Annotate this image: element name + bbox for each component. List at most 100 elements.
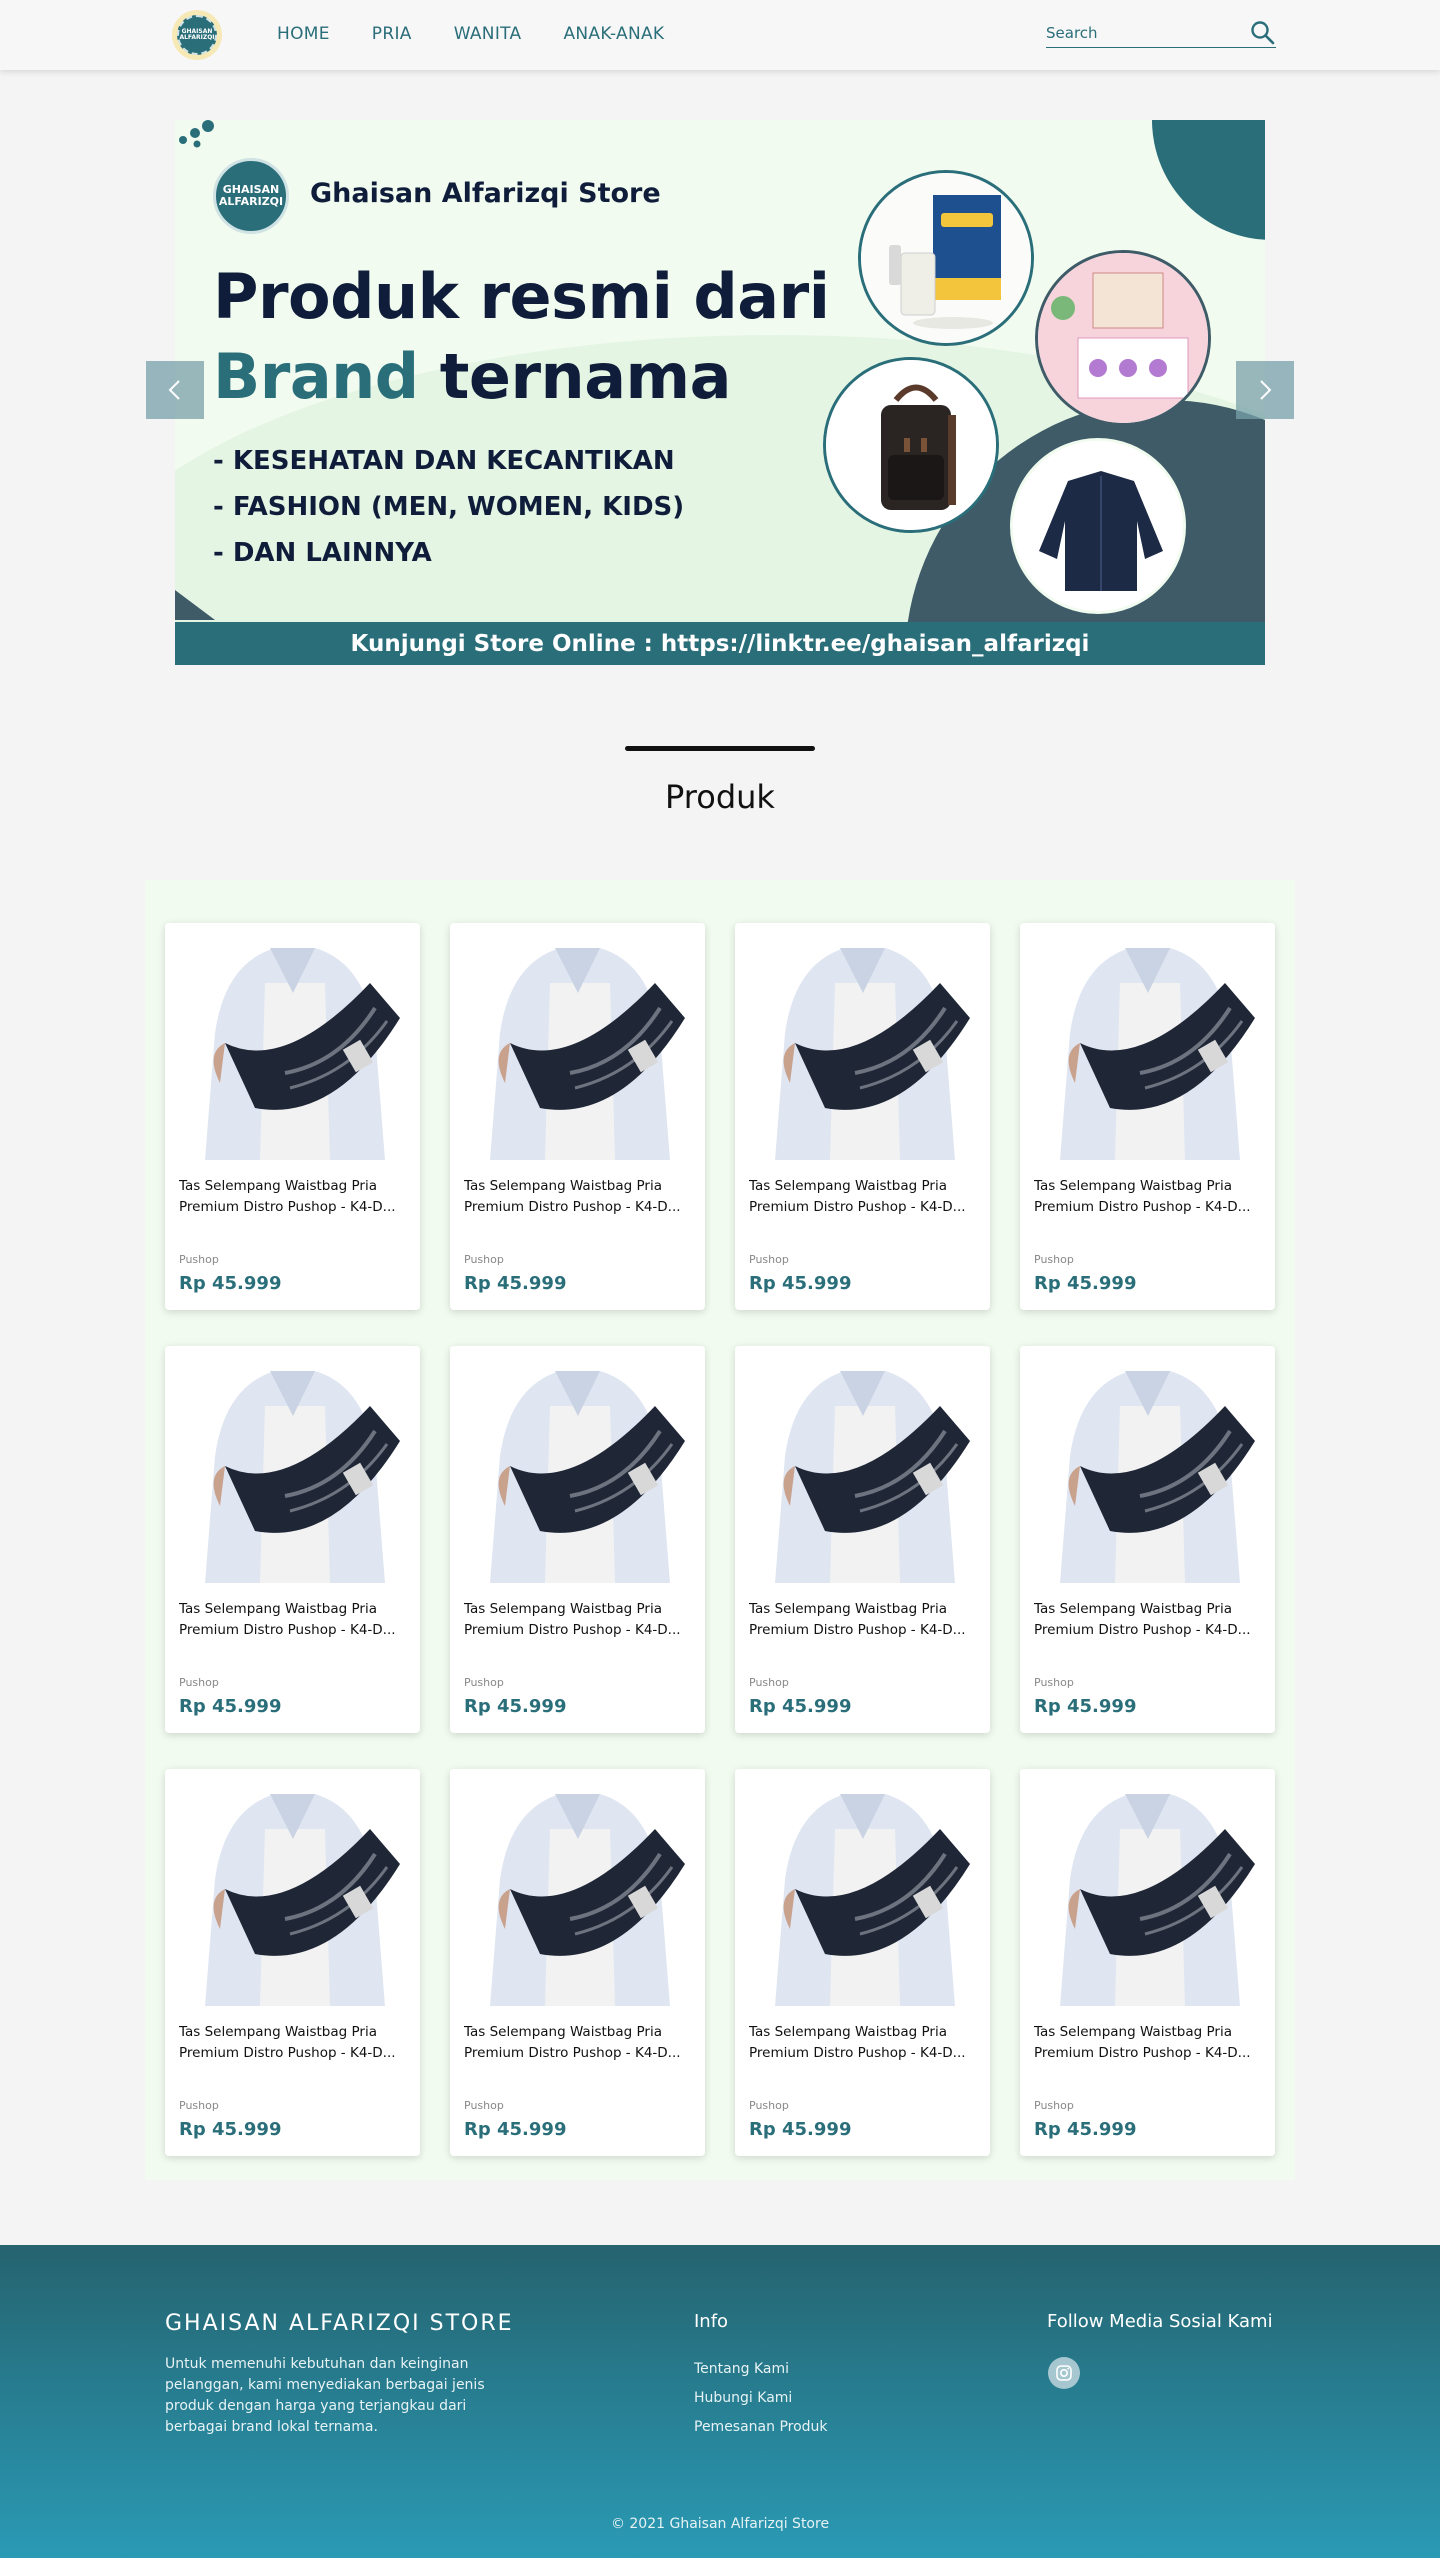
banner-headline-accent: Brand (213, 340, 419, 413)
banner-category-item: - KESEHATAN DAN KECANTIKAN (213, 446, 675, 476)
product-image[interactable] (735, 923, 990, 1160)
product-shop: Pushop (1034, 1676, 1074, 1689)
product-image[interactable] (165, 923, 420, 1160)
product-card[interactable]: Tas Selempang Waistbag Pria Premium Dist… (450, 923, 705, 1310)
product-shop: Pushop (464, 1676, 504, 1689)
product-shop: Pushop (749, 2099, 789, 2112)
copyright-icon: © (610, 2516, 625, 2532)
product-price: Rp 45.999 (1034, 1273, 1137, 1294)
product-card[interactable]: Tas Selempang Waistbag Pria Premium Dist… (735, 923, 990, 1310)
product-image[interactable] (735, 1769, 990, 2006)
product-shop: Pushop (1034, 1253, 1074, 1266)
product-card[interactable]: Tas Selempang Waistbag Pria Premium Dist… (1020, 1769, 1275, 2156)
chevron-right-icon (1260, 380, 1272, 400)
product-photo-backpack (823, 357, 999, 533)
product-image[interactable] (165, 1769, 420, 2006)
product-shop: Pushop (464, 2099, 504, 2112)
footer-brand: GHAISAN ALFARIZQI STORE (165, 2311, 514, 2336)
nav-link-pria[interactable]: PRIA (372, 24, 412, 44)
product-card[interactable]: Tas Selempang Waistbag Pria Premium Dist… (1020, 923, 1275, 1310)
nav-link-anak-anak[interactable]: ANAK-ANAK (563, 24, 664, 44)
product-price: Rp 45.999 (1034, 2119, 1137, 2140)
carousel-prev-button[interactable] (146, 361, 204, 419)
product-image[interactable] (1020, 1346, 1275, 1583)
product-photo-jacket (1010, 438, 1186, 614)
banner-headline-line2: Brand ternama (213, 340, 731, 413)
product-card[interactable]: Tas Selempang Waistbag Pria Premium Dist… (165, 1769, 420, 2156)
product-price: Rp 45.999 (464, 1273, 567, 1294)
product-name[interactable]: Tas Selempang Waistbag Pria Premium Dist… (464, 1599, 692, 1641)
product-card[interactable]: Tas Selempang Waistbag Pria Premium Dist… (735, 1769, 990, 2156)
store-logo[interactable]: GHAISAN ALFARIZQI (172, 10, 222, 60)
search-input[interactable] (1046, 20, 1246, 46)
product-shop: Pushop (749, 1253, 789, 1266)
instagram-icon[interactable] (1048, 2357, 1080, 2389)
product-price: Rp 45.999 (749, 2119, 852, 2140)
product-image[interactable] (165, 1346, 420, 1583)
product-name[interactable]: Tas Selempang Waistbag Pria Premium Dist… (464, 2022, 692, 2064)
product-price: Rp 45.999 (749, 1696, 852, 1717)
product-name[interactable]: Tas Selempang Waistbag Pria Premium Dist… (179, 1599, 407, 1641)
footer-description: Untuk memenuhi kebutuhan dan keinginan p… (165, 2356, 485, 2435)
banner-category-item: - FASHION (MEN, WOMEN, KIDS) (213, 492, 685, 522)
banner-logo: GHAISAN ALFARIZQI (213, 158, 289, 234)
banner-category-item: - DAN LAINNYA (213, 538, 432, 568)
product-name[interactable]: Tas Selempang Waistbag Pria Premium Dist… (179, 2022, 407, 2064)
section-divider (625, 746, 815, 751)
nav-link-home[interactable]: HOME (277, 24, 330, 44)
footer-link-pemesanan-produk[interactable]: Pemesanan Produk (694, 2413, 828, 2442)
product-grid: Tas Selempang Waistbag Pria Premium Dist… (145, 880, 1295, 2180)
product-image[interactable] (735, 1346, 990, 1583)
main-nav: HOME PRIA WANITA ANAK-ANAK (277, 24, 664, 44)
product-shop: Pushop (179, 2099, 219, 2112)
product-name[interactable]: Tas Selempang Waistbag Pria Premium Dist… (749, 1176, 977, 1218)
product-card[interactable]: Tas Selempang Waistbag Pria Premium Dist… (1020, 1346, 1275, 1733)
footer-link-tentang-kami[interactable]: Tentang Kami (694, 2355, 828, 2384)
banner-headline-line1: Produk resmi dari (213, 260, 830, 333)
product-shop: Pushop (179, 1676, 219, 1689)
banner-store-name: Ghaisan Alfarizqi Store (310, 178, 661, 209)
section-title: Produk (665, 778, 775, 816)
footer-links: Tentang Kami Hubungi Kami Pemesanan Prod… (694, 2355, 828, 2442)
product-card[interactable]: Tas Selempang Waistbag Pria Premium Dist… (450, 1346, 705, 1733)
product-image[interactable] (450, 923, 705, 1160)
banner-category-list: - KESEHATAN DAN KECANTIKAN - FASHION (ME… (213, 438, 684, 576)
product-image[interactable] (450, 1769, 705, 2006)
product-name[interactable]: Tas Selempang Waistbag Pria Premium Dist… (1034, 1176, 1262, 1218)
promo-banner[interactable]: GHAISAN ALFARIZQI Ghaisan Alfarizqi Stor… (175, 120, 1265, 665)
product-card[interactable]: Tas Selempang Waistbag Pria Premium Dist… (165, 1346, 420, 1733)
decorative-dots (179, 120, 214, 148)
product-photo-cosmetics (1035, 250, 1211, 426)
banner-store-link-bar: Kunjungi Store Online : https://linktr.e… (175, 622, 1265, 665)
product-shop: Pushop (749, 1676, 789, 1689)
banner-headline-rest: ternama (418, 340, 732, 413)
product-shop: Pushop (1034, 2099, 1074, 2112)
product-name[interactable]: Tas Selempang Waistbag Pria Premium Dist… (464, 1176, 692, 1218)
product-name[interactable]: Tas Selempang Waistbag Pria Premium Dist… (749, 1599, 977, 1641)
product-name[interactable]: Tas Selempang Waistbag Pria Premium Dist… (749, 2022, 977, 2064)
product-price: Rp 45.999 (464, 2119, 567, 2140)
navbar: GHAISAN ALFARIZQI HOME PRIA WANITA ANAK-… (0, 0, 1440, 70)
product-name[interactable]: Tas Selempang Waistbag Pria Premium Dist… (1034, 1599, 1262, 1641)
carousel-next-button[interactable] (1236, 361, 1294, 419)
copyright-text: 2021 Ghaisan Alfarizqi Store (629, 2516, 830, 2532)
product-card[interactable]: Tas Selempang Waistbag Pria Premium Dist… (165, 923, 420, 1310)
product-image[interactable] (450, 1346, 705, 1583)
footer-info-title: Info (694, 2311, 729, 2332)
search-icon[interactable] (1250, 20, 1276, 46)
product-card[interactable]: Tas Selempang Waistbag Pria Premium Dist… (735, 1346, 990, 1733)
product-card[interactable]: Tas Selempang Waistbag Pria Premium Dist… (450, 1769, 705, 2156)
nav-link-wanita[interactable]: WANITA (454, 24, 522, 44)
product-price: Rp 45.999 (749, 1273, 852, 1294)
product-shop: Pushop (179, 1253, 219, 1266)
product-name[interactable]: Tas Selempang Waistbag Pria Premium Dist… (179, 1176, 407, 1218)
product-price: Rp 45.999 (179, 2119, 282, 2140)
footer-link-hubungi-kami[interactable]: Hubungi Kami (694, 2384, 828, 2413)
product-price: Rp 45.999 (464, 1696, 567, 1717)
product-image[interactable] (1020, 1769, 1275, 2006)
product-image[interactable] (1020, 923, 1275, 1160)
product-price: Rp 45.999 (179, 1273, 282, 1294)
product-name[interactable]: Tas Selempang Waistbag Pria Premium Dist… (1034, 2022, 1262, 2064)
product-price: Rp 45.999 (1034, 1696, 1137, 1717)
chevron-left-icon (168, 380, 180, 400)
